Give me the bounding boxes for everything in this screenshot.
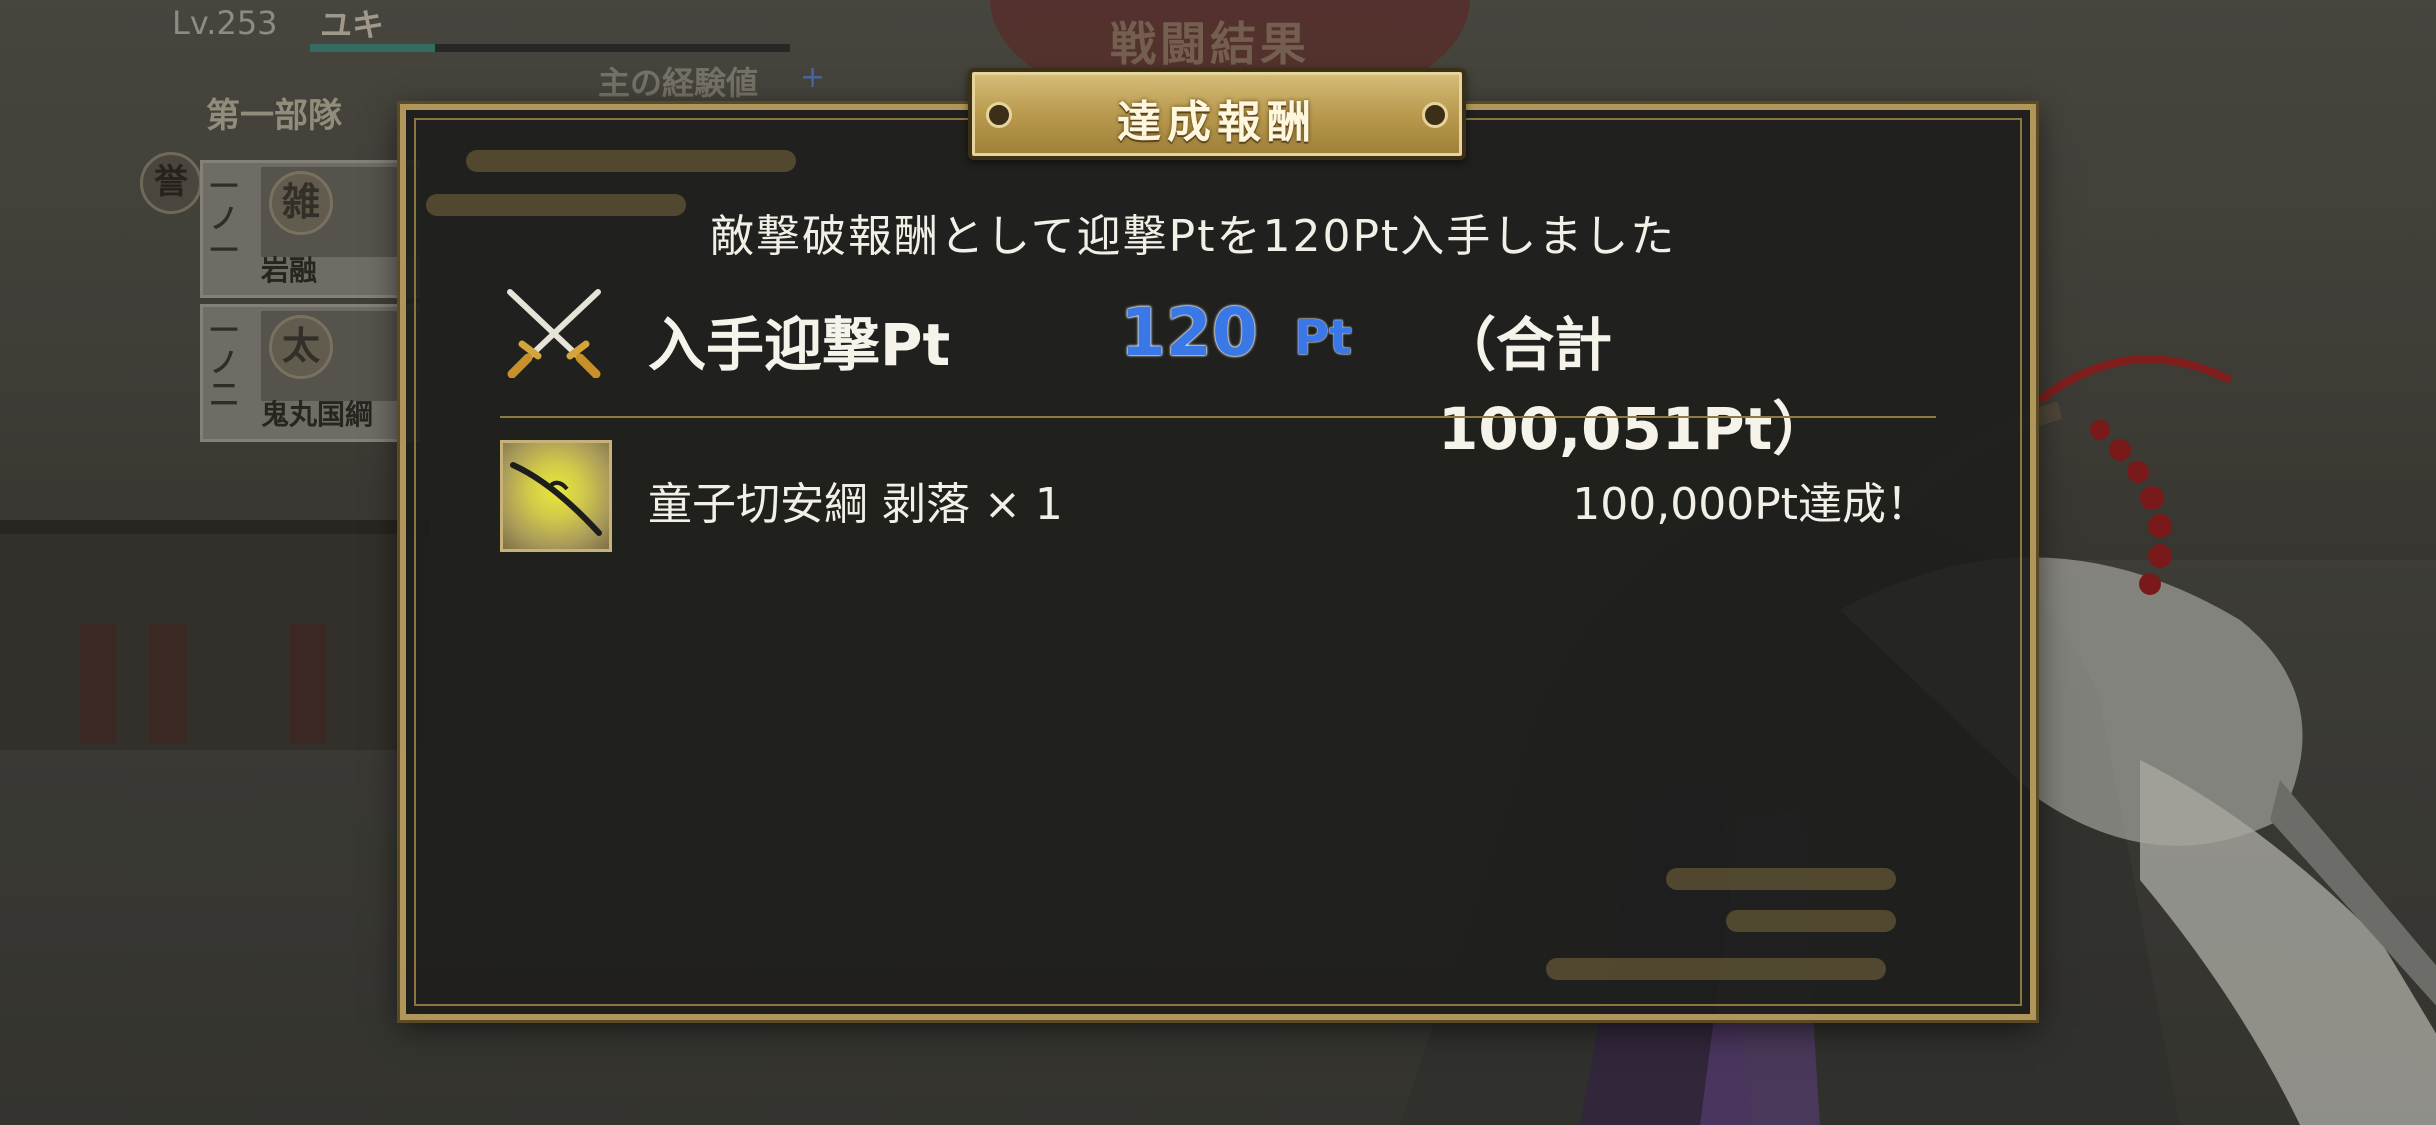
- reward-item-name: 童子切安綱 剥落 × 1: [648, 479, 1063, 530]
- crossed-swords-icon: [507, 289, 601, 378]
- points-label: 入手迎撃Pt: [648, 311, 951, 379]
- cloud-ornament: [466, 150, 796, 172]
- rosette-icon: [1422, 102, 1448, 128]
- divider: [500, 416, 1936, 418]
- points-unit: Pt: [1294, 310, 1353, 366]
- points-row: 入手迎撃Pt 120 Pt （合計100,051Pt）: [500, 280, 1940, 463]
- points-value: 120: [1120, 294, 1258, 371]
- cloud-ornament: [1666, 868, 1896, 890]
- cloud-ornament: [1546, 958, 1886, 980]
- cloud-ornament: [1726, 910, 1896, 932]
- sword-item-icon: [500, 440, 612, 552]
- dialog-title: 達成報酬: [1117, 97, 1317, 148]
- reward-item-row: 童子切安綱 剥落 × 1 100,000Pt達成！: [500, 440, 1936, 554]
- cloud-ornament: [426, 194, 686, 216]
- dialog-title-plate: 達成報酬: [968, 68, 1466, 160]
- rosette-icon: [986, 102, 1012, 128]
- reward-achievement-status: 100,000Pt達成！: [1572, 479, 1930, 530]
- reward-message: 敵撃破報酬として迎撃Ptを120Pt入手しました: [710, 211, 1677, 262]
